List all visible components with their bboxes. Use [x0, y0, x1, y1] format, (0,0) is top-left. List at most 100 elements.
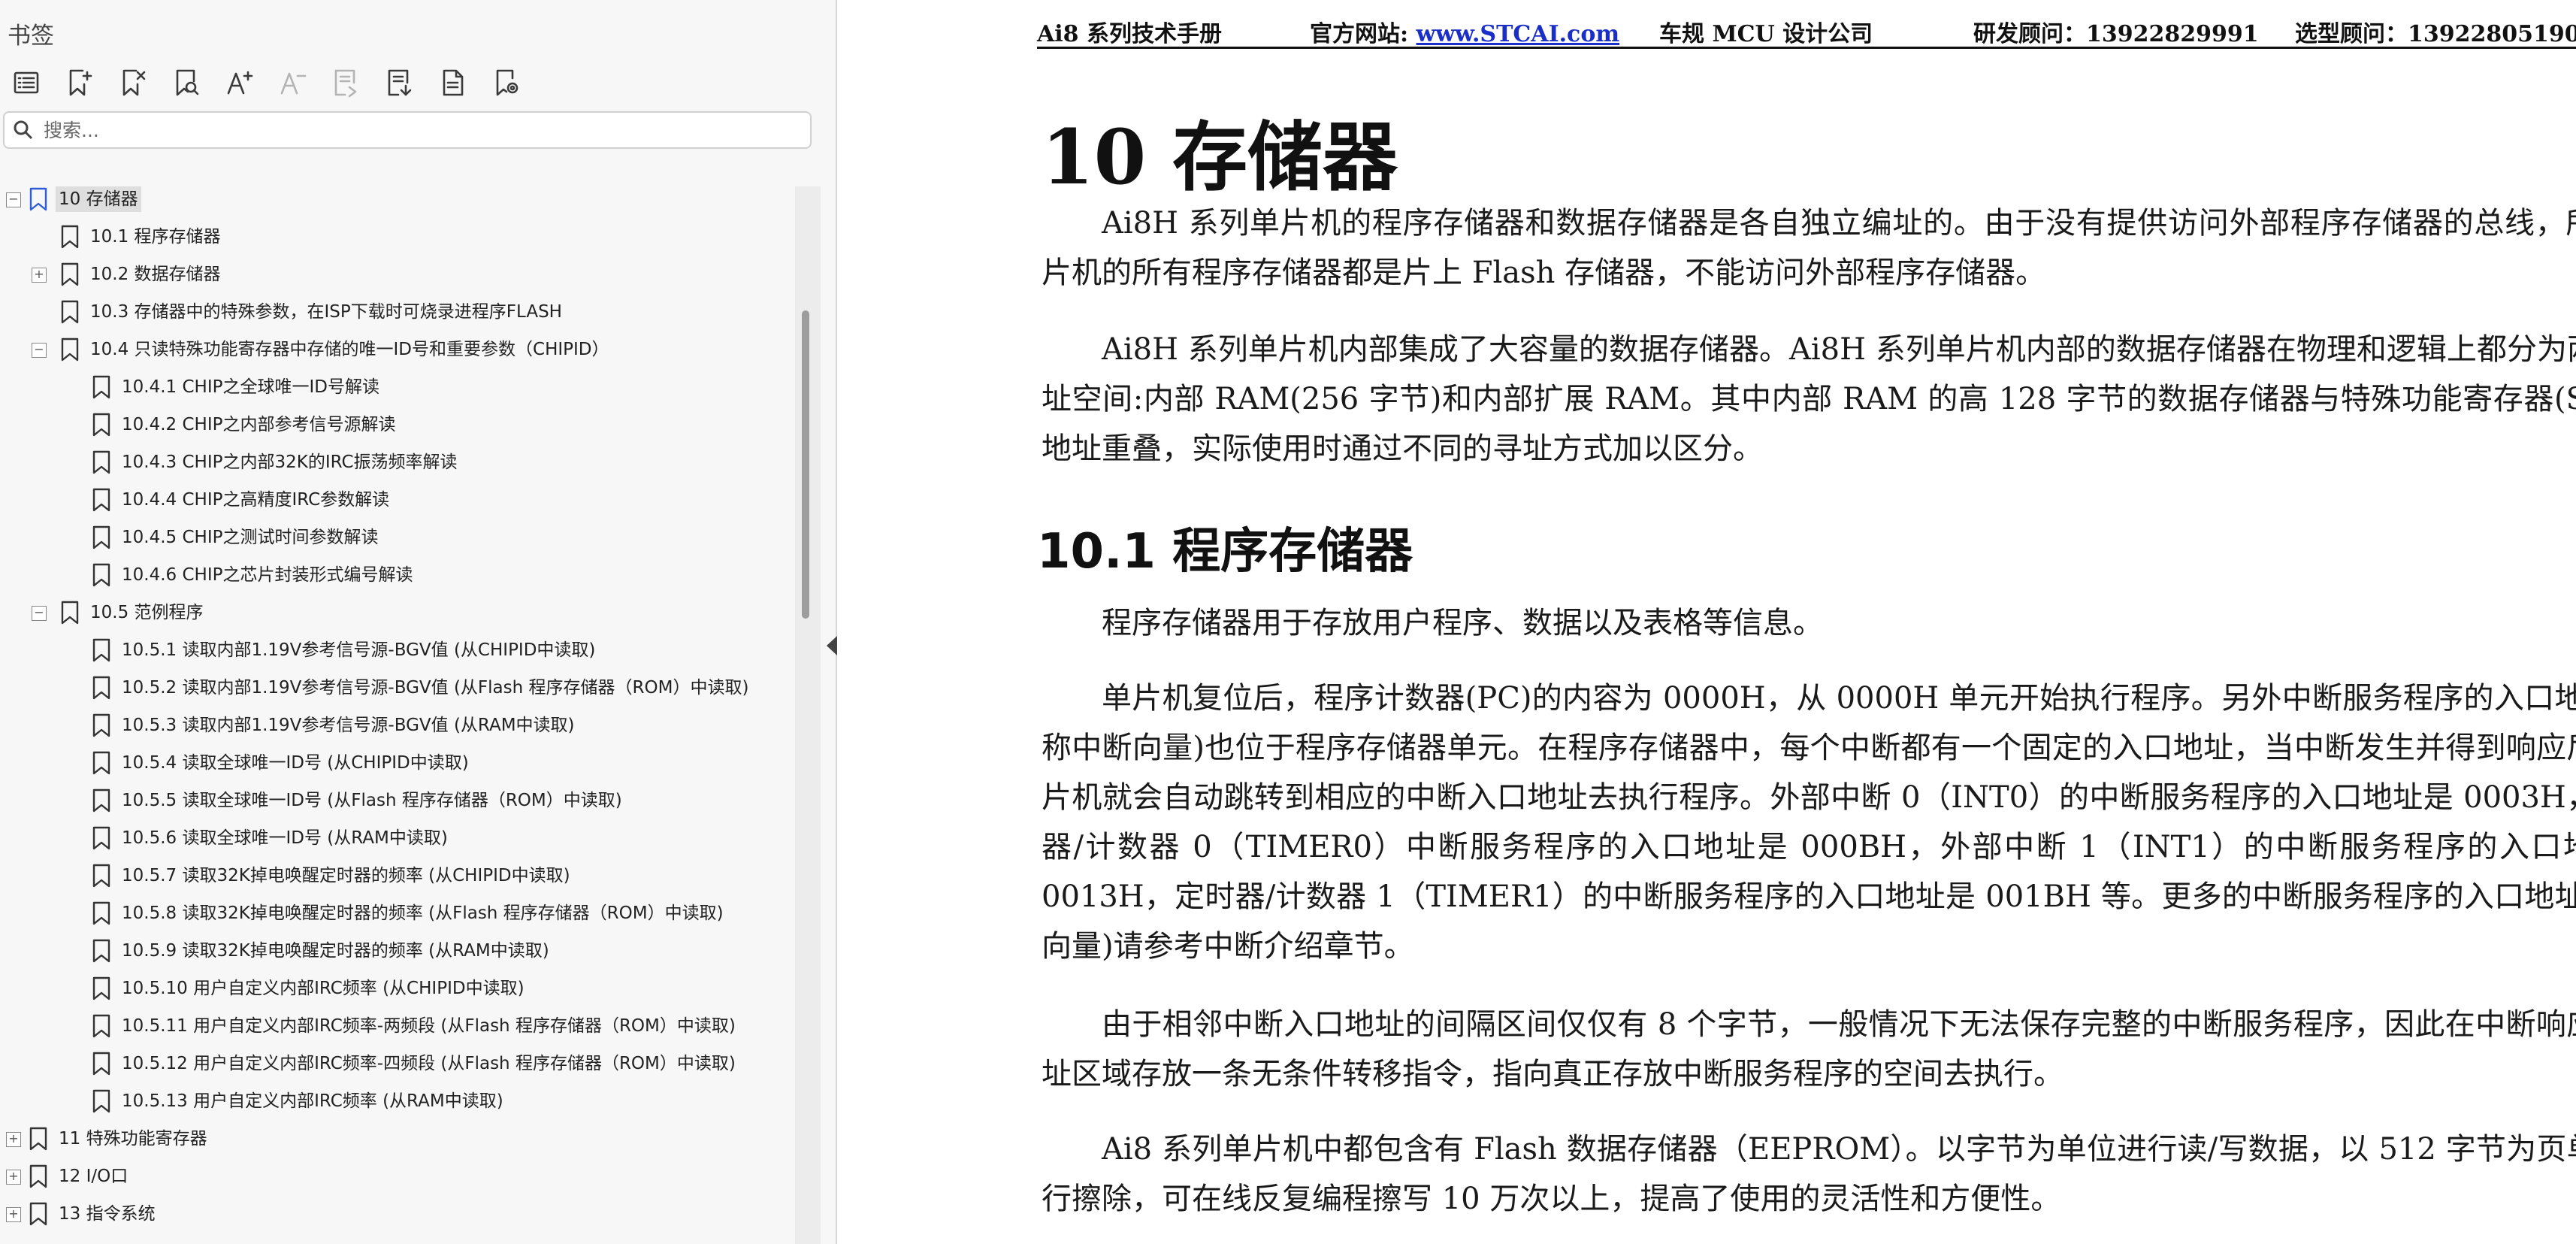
bookmark-label: 10.4.3 CHIP之内部32K的IRC振荡频率解读 [122, 453, 458, 472]
bookmark-item[interactable]: 10.5.8 读取32K掉电唤醒定时器的频率 (从Flash 程序存储器（ROM… [0, 894, 797, 932]
collapse-icon[interactable]: − [6, 192, 21, 207]
bookmark-properties-icon[interactable] [431, 63, 475, 102]
bookmark-label: 10.5.1 读取内部1.19V参考信号源-BGV值 (从CHIPID中读取) [122, 640, 596, 660]
bookmark-label: 10.1 程序存储器 [90, 227, 221, 247]
bookmark-label: 13 指令系统 [59, 1204, 156, 1224]
bookmark-tree: − 10 存储器 10.1 程序存储器 +10.2 数据存储器 10.3 存储器中的特殊… [0, 180, 797, 1233]
outdent-icon[interactable] [378, 63, 422, 102]
bookmark-item[interactable]: 10.5.9 读取32K掉电唤醒定时器的频率 (从RAM中读取) [0, 932, 797, 970]
bookmark-label: 10.4.2 CHIP之内部参考信号源解读 [122, 415, 396, 434]
expand-icon[interactable]: + [6, 1132, 21, 1147]
bookmark-item[interactable]: − 10.4 只读特殊功能寄存器中存储的唯一ID号和重要参数（CHIPID） [0, 331, 797, 368]
font-decrease-icon[interactable] [271, 63, 315, 102]
bookmark-icon [90, 525, 113, 550]
font-increase-icon[interactable] [218, 63, 262, 102]
header-rd-consultant: 研发顾问：13922829991 [1973, 21, 2259, 47]
website-link[interactable]: www.STCAI.com [1416, 21, 1620, 47]
bookmark-icon [90, 412, 113, 437]
body-paragraph: 程序存储器用于存放用户程序、数据以及表格等信息。 [1102, 606, 1823, 640]
bookmark-icon [59, 600, 81, 625]
bookmark-label: 10.2 数据存储器 [90, 265, 221, 284]
bookmark-label: 10.5.9 读取32K掉电唤醒定时器的频率 (从RAM中读取) [122, 941, 549, 961]
bookmark-icon [90, 713, 113, 738]
bookmark-label: 10.5.7 读取32K掉电唤醒定时器的频率 (从CHIPID中读取) [122, 866, 570, 885]
bookmark-item[interactable]: 10.5.13 用户自定义内部IRC频率 (从RAM中读取) [0, 1082, 797, 1120]
header-website-label: 官方网站: [1310, 21, 1416, 47]
bookmark-label: 10.4 只读特殊功能寄存器中存储的唯一ID号和重要参数（CHIPID） [90, 340, 609, 359]
bookmark-label: 10.5.6 读取全球唯一ID号 (从RAM中读取) [122, 828, 448, 848]
bookmark-item[interactable]: 10.4.4 CHIP之高精度IRC参数解读 [0, 481, 797, 519]
bookmark-item[interactable]: 10.5.6 读取全球唯一ID号 (从RAM中读取) [0, 819, 797, 857]
bookmark-label: 10.5.3 读取内部1.19V参考信号源-BGV值 (从RAM中读取) [122, 716, 575, 735]
bookmark-icon [90, 976, 113, 1001]
bookmark-item[interactable]: 10.5.4 读取全球唯一ID号 (从CHIPID中读取) [0, 744, 797, 782]
tree-scroll-thumb[interactable] [802, 310, 809, 619]
page-header: Ai8 系列技术手册 官方网站: www.STCAI.com 车规 MCU 设计… [1037, 14, 2576, 49]
bookmark-item[interactable]: 10.4.2 CHIP之内部参考信号源解读 [0, 406, 797, 443]
search-icon [14, 120, 33, 140]
bookmark-label: 10.4.5 CHIP之测试时间参数解读 [122, 528, 379, 547]
panel-title: 书签 [8, 23, 54, 50]
expand-icon[interactable]: + [6, 1207, 21, 1222]
add-bookmark-icon[interactable] [58, 63, 101, 102]
body-paragraph: 单片机复位后，程序计数器(PC)的内容为 0000H，从 0000H 单元开始执… [1042, 681, 2576, 964]
bookmark-label: 10.5 范例程序 [90, 603, 204, 622]
bookmark-search-icon[interactable] [165, 63, 208, 102]
chapter-title: 10 存储器 [1042, 113, 1398, 201]
bookmark-label: 10.5.10 用户自定义内部IRC频率 (从CHIPID中读取) [122, 979, 525, 998]
bookmark-item[interactable]: 10.5.10 用户自定义内部IRC频率 (从CHIPID中读取) [0, 970, 797, 1007]
bookmark-label: 10.4.4 CHIP之高精度IRC参数解读 [122, 490, 390, 510]
bookmark-icon [90, 900, 113, 926]
bookmark-label: 10.5.4 读取全球唯一ID号 (从CHIPID中读取) [122, 753, 469, 773]
bookmark-icon [90, 863, 113, 888]
bookmark-item[interactable]: 10.1 程序存储器 [0, 218, 797, 256]
indent-icon[interactable] [325, 63, 368, 102]
bookmark-item[interactable]: +13 指令系统 [0, 1195, 797, 1233]
tree-scrollbar[interactable] [795, 186, 821, 1244]
bookmark-search-box [3, 111, 812, 149]
bookmark-icon [27, 1164, 50, 1189]
bookmark-item[interactable]: 10.4.6 CHIP之芯片封装形式编号解读 [0, 556, 797, 594]
body-paragraph: 由于相邻中断入口地址的间隔区间仅仅有 8 个字节，一般情况下无法保存完整的中断服… [1042, 1007, 2576, 1091]
bookmark-label: 10.4.1 CHIP之全球唯一ID号解读 [122, 377, 379, 397]
bookmark-item[interactable]: +10.2 数据存储器 [0, 256, 797, 293]
bookmark-item[interactable]: 10.5.1 读取内部1.19V参考信号源-BGV值 (从CHIPID中读取) [0, 631, 797, 669]
bookmark-icon [90, 1051, 113, 1076]
bookmark-item[interactable]: 10.4.3 CHIP之内部32K的IRC振荡频率解读 [0, 443, 797, 481]
bookmark-item[interactable]: +11 特殊功能寄存器 [0, 1120, 797, 1158]
bookmark-item[interactable]: 10.3 存储器中的特殊参数，在ISP下载时可烧录进程序FLASH [0, 293, 797, 331]
bookmark-item[interactable]: 10.5.3 读取内部1.19V参考信号源-BGV值 (从RAM中读取) [0, 707, 797, 744]
bookmark-item[interactable]: − 10.5 范例程序 [0, 594, 797, 631]
bookmark-icon [90, 750, 113, 776]
collapse-icon[interactable]: − [32, 343, 47, 358]
bookmark-item[interactable]: 10.4.5 CHIP之测试时间参数解读 [0, 519, 797, 556]
bookmark-item[interactable]: − 10 存储器 [0, 180, 797, 218]
bookmark-label: 12 I/O口 [59, 1167, 128, 1186]
bookmark-icon [27, 1201, 50, 1227]
bookmark-item[interactable]: +12 I/O口 [0, 1158, 797, 1195]
section-title: 10.1 程序存储器 [1037, 524, 1413, 580]
bookmark-icon [59, 224, 81, 250]
bookmark-icon [59, 262, 81, 287]
collapse-panel-arrow-icon[interactable] [827, 636, 837, 655]
bookmark-settings-icon[interactable] [485, 63, 528, 102]
bookmark-item[interactable]: 10.5.2 读取内部1.19V参考信号源-BGV值 (从Flash 程序存储器… [0, 669, 797, 707]
bookmark-item[interactable]: 10.5.7 读取32K掉电唤醒定时器的频率 (从CHIPID中读取) [0, 857, 797, 894]
bookmark-label: 10.3 存储器中的特殊参数，在ISP下载时可烧录进程序FLASH [90, 302, 562, 322]
expand-icon[interactable]: + [6, 1170, 21, 1185]
document-view: Ai8 系列技术手册 官方网站: www.STCAI.com 车规 MCU 设计… [852, 0, 2576, 1244]
expand-icon[interactable]: + [32, 268, 47, 283]
bookmark-icon [90, 487, 113, 513]
collapse-icon[interactable]: − [32, 606, 47, 621]
list-view-icon[interactable] [5, 63, 48, 102]
bookmark-icon [90, 449, 113, 475]
bookmark-item[interactable]: 10.5.5 读取全球唯一ID号 (从Flash 程序存储器（ROM）中读取) [0, 782, 797, 819]
bookmark-label: 10 存储器 [56, 186, 141, 212]
bookmark-item[interactable]: 10.5.11 用户自定义内部IRC频率-两频段 (从Flash 程序存储器（R… [0, 1007, 797, 1045]
bookmark-item[interactable]: 10.4.1 CHIP之全球唯一ID号解读 [0, 368, 797, 406]
bookmark-icon [27, 1126, 50, 1152]
delete-bookmark-icon[interactable] [111, 63, 155, 102]
bookmark-icon [90, 788, 113, 813]
bookmark-item[interactable]: 10.5.12 用户自定义内部IRC频率-四频段 (从Flash 程序存储器（R… [0, 1045, 797, 1082]
search-input[interactable] [42, 114, 797, 146]
